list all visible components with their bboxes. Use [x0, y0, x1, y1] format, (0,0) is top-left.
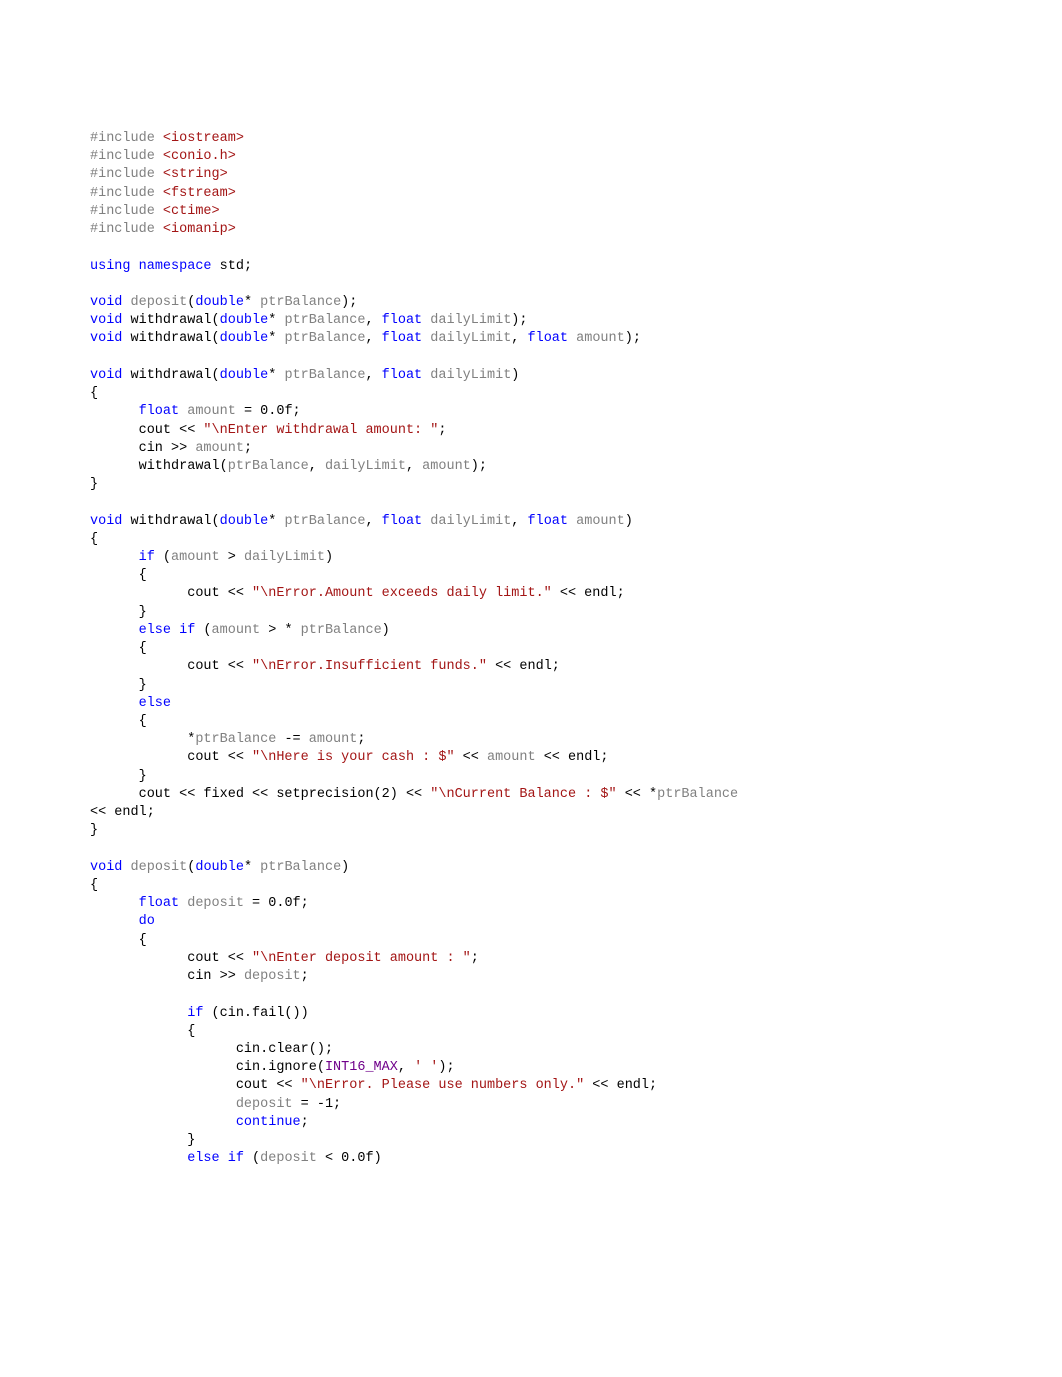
- code-line: if (cin.fail()): [90, 1005, 972, 1023]
- code-line: [90, 276, 972, 294]
- code-line: {: [90, 713, 972, 731]
- code-line: }: [90, 768, 972, 786]
- code-line: }: [90, 677, 972, 695]
- code-line: {: [90, 932, 972, 950]
- code-line: {: [90, 1023, 972, 1041]
- code-line: void deposit(double* ptrBalance): [90, 859, 972, 877]
- code-line: cout << "\nError. Please use numbers onl…: [90, 1077, 972, 1095]
- code-line: {: [90, 385, 972, 403]
- code-line: withdrawal(ptrBalance, dailyLimit, amoun…: [90, 458, 972, 476]
- code-line: else if (deposit < 0.0f): [90, 1150, 972, 1168]
- code-line: }: [90, 604, 972, 622]
- code-line: if (amount > dailyLimit): [90, 549, 972, 567]
- code-line: [90, 349, 972, 367]
- code-line: }: [90, 476, 972, 494]
- code-line: cin.ignore(INT16_MAX, ' ');: [90, 1059, 972, 1077]
- code-line: #include <ctime>: [90, 203, 972, 221]
- code-block: #include <iostream>#include <conio.h>#in…: [90, 130, 972, 1168]
- code-line: cout << "\nError.Amount exceeds daily li…: [90, 585, 972, 603]
- code-line: cout << "\nEnter deposit amount : ";: [90, 950, 972, 968]
- code-line: {: [90, 877, 972, 895]
- code-line: {: [90, 567, 972, 585]
- code-line: {: [90, 640, 972, 658]
- code-line: float deposit = 0.0f;: [90, 895, 972, 913]
- code-line: [90, 239, 972, 257]
- code-line: << endl;: [90, 804, 972, 822]
- code-line: #include <iostream>: [90, 130, 972, 148]
- code-line: float amount = 0.0f;: [90, 403, 972, 421]
- code-line: cin.clear();: [90, 1041, 972, 1059]
- code-line: else: [90, 695, 972, 713]
- code-line: do: [90, 913, 972, 931]
- code-line: using namespace std;: [90, 258, 972, 276]
- code-line: cout << "\nEnter withdrawal amount: ";: [90, 422, 972, 440]
- code-line: cout << "\nHere is your cash : $" << amo…: [90, 749, 972, 767]
- code-line: [90, 986, 972, 1004]
- code-line: [90, 494, 972, 512]
- code-line: #include <conio.h>: [90, 148, 972, 166]
- code-line: [90, 841, 972, 859]
- code-line: #include <string>: [90, 166, 972, 184]
- code-line: *ptrBalance -= amount;: [90, 731, 972, 749]
- code-line: deposit = -1;: [90, 1096, 972, 1114]
- code-line: #include <iomanip>: [90, 221, 972, 239]
- code-line: cout << fixed << setprecision(2) << "\nC…: [90, 786, 972, 804]
- code-line: }: [90, 822, 972, 840]
- code-line: continue;: [90, 1114, 972, 1132]
- code-line: void withdrawal(double* ptrBalance, floa…: [90, 312, 972, 330]
- code-line: void deposit(double* ptrBalance);: [90, 294, 972, 312]
- code-line: {: [90, 531, 972, 549]
- code-line: cout << "\nError.Insufficient funds." <<…: [90, 658, 972, 676]
- code-line: void withdrawal(double* ptrBalance, floa…: [90, 330, 972, 348]
- code-line: cin >> amount;: [90, 440, 972, 458]
- code-line: #include <fstream>: [90, 185, 972, 203]
- code-line: }: [90, 1132, 972, 1150]
- code-line: else if (amount > * ptrBalance): [90, 622, 972, 640]
- code-document: #include <iostream>#include <conio.h>#in…: [0, 0, 1062, 1377]
- code-line: void withdrawal(double* ptrBalance, floa…: [90, 513, 972, 531]
- code-line: void withdrawal(double* ptrBalance, floa…: [90, 367, 972, 385]
- code-line: cin >> deposit;: [90, 968, 972, 986]
